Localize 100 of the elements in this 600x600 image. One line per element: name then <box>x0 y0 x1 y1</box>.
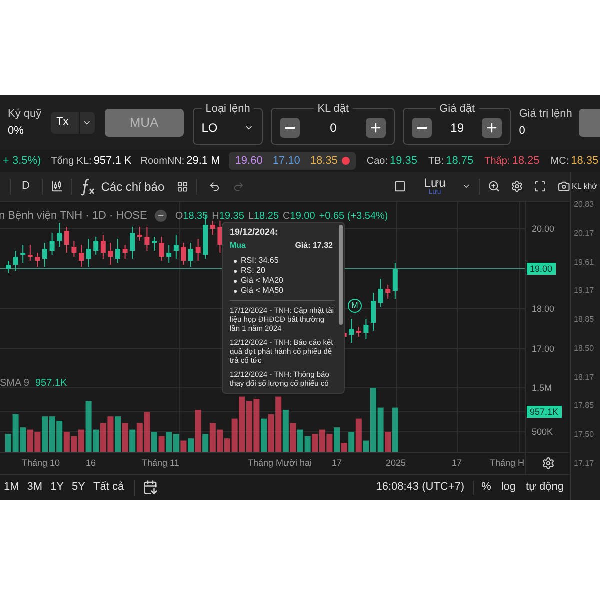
depth-price: 17.17 <box>574 458 596 470</box>
increase-button[interactable] <box>482 118 502 138</box>
candle <box>28 244 33 262</box>
candle <box>174 234 179 260</box>
collapse-icon[interactable] <box>155 210 168 222</box>
field-label: Giá đặt <box>438 102 476 116</box>
candle <box>100 234 106 260</box>
depth-price: 20.17 <box>574 228 596 240</box>
price-change: + 3.5%) <box>3 154 42 169</box>
scale-option[interactable]: % <box>482 479 492 496</box>
grid-icon[interactable] <box>176 180 188 194</box>
settings-icon[interactable] <box>511 179 524 194</box>
margin-label: Ký quỹ <box>8 107 43 122</box>
candle <box>166 244 172 264</box>
decrease-button[interactable] <box>280 118 300 138</box>
decrease-button[interactable] <box>412 118 432 138</box>
candle <box>159 236 164 262</box>
stat-value: 18.35 <box>571 154 599 169</box>
room-label: RoomNN: <box>140 154 185 168</box>
time-axis-label: Tháng 11 <box>142 457 180 470</box>
zoom-icon[interactable] <box>488 179 500 194</box>
chart-title: n Bệnh viện TNH · 1D · HOSE <box>0 209 148 224</box>
candle <box>188 242 194 268</box>
time-axis-label: 2025 <box>386 457 406 470</box>
candle <box>108 242 114 266</box>
range-button[interactable]: 5Y <box>72 479 86 496</box>
ohlc-value: O18.35 <box>175 210 208 224</box>
stat-label: Thấp: <box>484 154 510 168</box>
stat-label: TB: <box>428 154 444 168</box>
stat-label: Cao: <box>366 154 388 168</box>
margin-value: 0% <box>8 124 25 138</box>
time-axis-label: Tháng 10 <box>22 457 60 470</box>
indicators-button[interactable]: Các chỉ báo <box>80 178 165 196</box>
time-axis-label: 17 <box>452 457 462 470</box>
candle <box>13 250 18 272</box>
signal-price: Giá: 17.32 <box>295 241 333 251</box>
quantity-field[interactable]: 0 <box>308 119 358 138</box>
candle <box>356 326 362 338</box>
price-value: 17.10 <box>272 154 300 169</box>
candle <box>94 236 99 256</box>
plus-icon <box>485 121 500 136</box>
price-value: 19.60 <box>235 154 263 169</box>
candle <box>181 242 186 266</box>
candle <box>349 318 354 344</box>
last-price-tag: 19.00 <box>527 263 556 275</box>
candle <box>35 252 40 268</box>
indicator-line: Giá < MA20 <box>241 276 284 286</box>
sma-label: SMA 9 <box>0 377 30 391</box>
function-icon <box>80 178 96 196</box>
volume-axis-label: 1.5M <box>532 382 552 395</box>
bullet-icon <box>234 290 237 292</box>
calendar-icon[interactable] <box>143 480 158 495</box>
bullet-icon <box>234 260 237 262</box>
fullscreen-icon[interactable] <box>534 179 547 194</box>
depth-price: 20.83 <box>574 199 596 211</box>
price-axis-label: 20.00 <box>532 223 555 236</box>
time-axis-label: 17 <box>332 457 342 470</box>
range-button[interactable]: Tất cả <box>94 479 124 496</box>
price-field[interactable]: 19 <box>440 119 474 138</box>
time-axis-label: 16 <box>86 457 96 470</box>
candle <box>196 238 201 262</box>
indicator-line: Giá < MA50 <box>241 286 284 296</box>
square-icon[interactable] <box>394 179 406 194</box>
axis-settings-icon[interactable] <box>542 457 554 470</box>
stat-label: MC: <box>550 154 570 168</box>
range-button[interactable]: 3M <box>27 479 43 496</box>
scale-option[interactable]: log <box>501 479 516 496</box>
scrollbar[interactable] <box>339 225 343 325</box>
depth-price: 18.85 <box>574 314 596 326</box>
candlestick-icon[interactable] <box>50 179 64 194</box>
range-button[interactable]: 1M <box>4 479 20 496</box>
depth-price: 18.17 <box>574 372 596 384</box>
candle <box>152 236 157 252</box>
candle <box>371 292 376 332</box>
minus-icon <box>285 127 296 130</box>
depth-price: 17.50 <box>574 429 596 442</box>
depth-price: 18.50 <box>574 342 596 355</box>
undo-icon[interactable] <box>209 180 221 194</box>
account-select[interactable]: Tx <box>50 112 95 134</box>
scale-option[interactable]: tự động <box>526 479 564 496</box>
tooltip-date: 19/12/2024: <box>230 227 280 237</box>
order-value: 0 <box>519 124 526 138</box>
partial-button[interactable] <box>578 108 600 136</box>
increase-button[interactable] <box>366 118 386 138</box>
candle <box>20 244 26 264</box>
candle <box>42 242 48 268</box>
candle <box>378 278 384 308</box>
price-axis-label: 18.00 <box>532 303 555 316</box>
indicator-line: RSI: 34.65 <box>241 256 279 266</box>
time-axis-label: Tháng H <box>490 457 525 470</box>
interval-button[interactable]: D <box>22 178 30 195</box>
plus-icon <box>369 121 384 136</box>
time-axis-label: Tháng Mười hai <box>248 457 312 470</box>
range-button[interactable]: 1Y <box>50 479 64 496</box>
marker-icon[interactable]: M <box>348 299 362 313</box>
candle <box>79 244 84 268</box>
depth-panel-title: KL khớ <box>571 181 598 193</box>
camera-icon[interactable] <box>558 179 570 194</box>
candle <box>122 244 128 260</box>
clock-time: 16:08:43 (UTC+7) <box>376 480 465 496</box>
